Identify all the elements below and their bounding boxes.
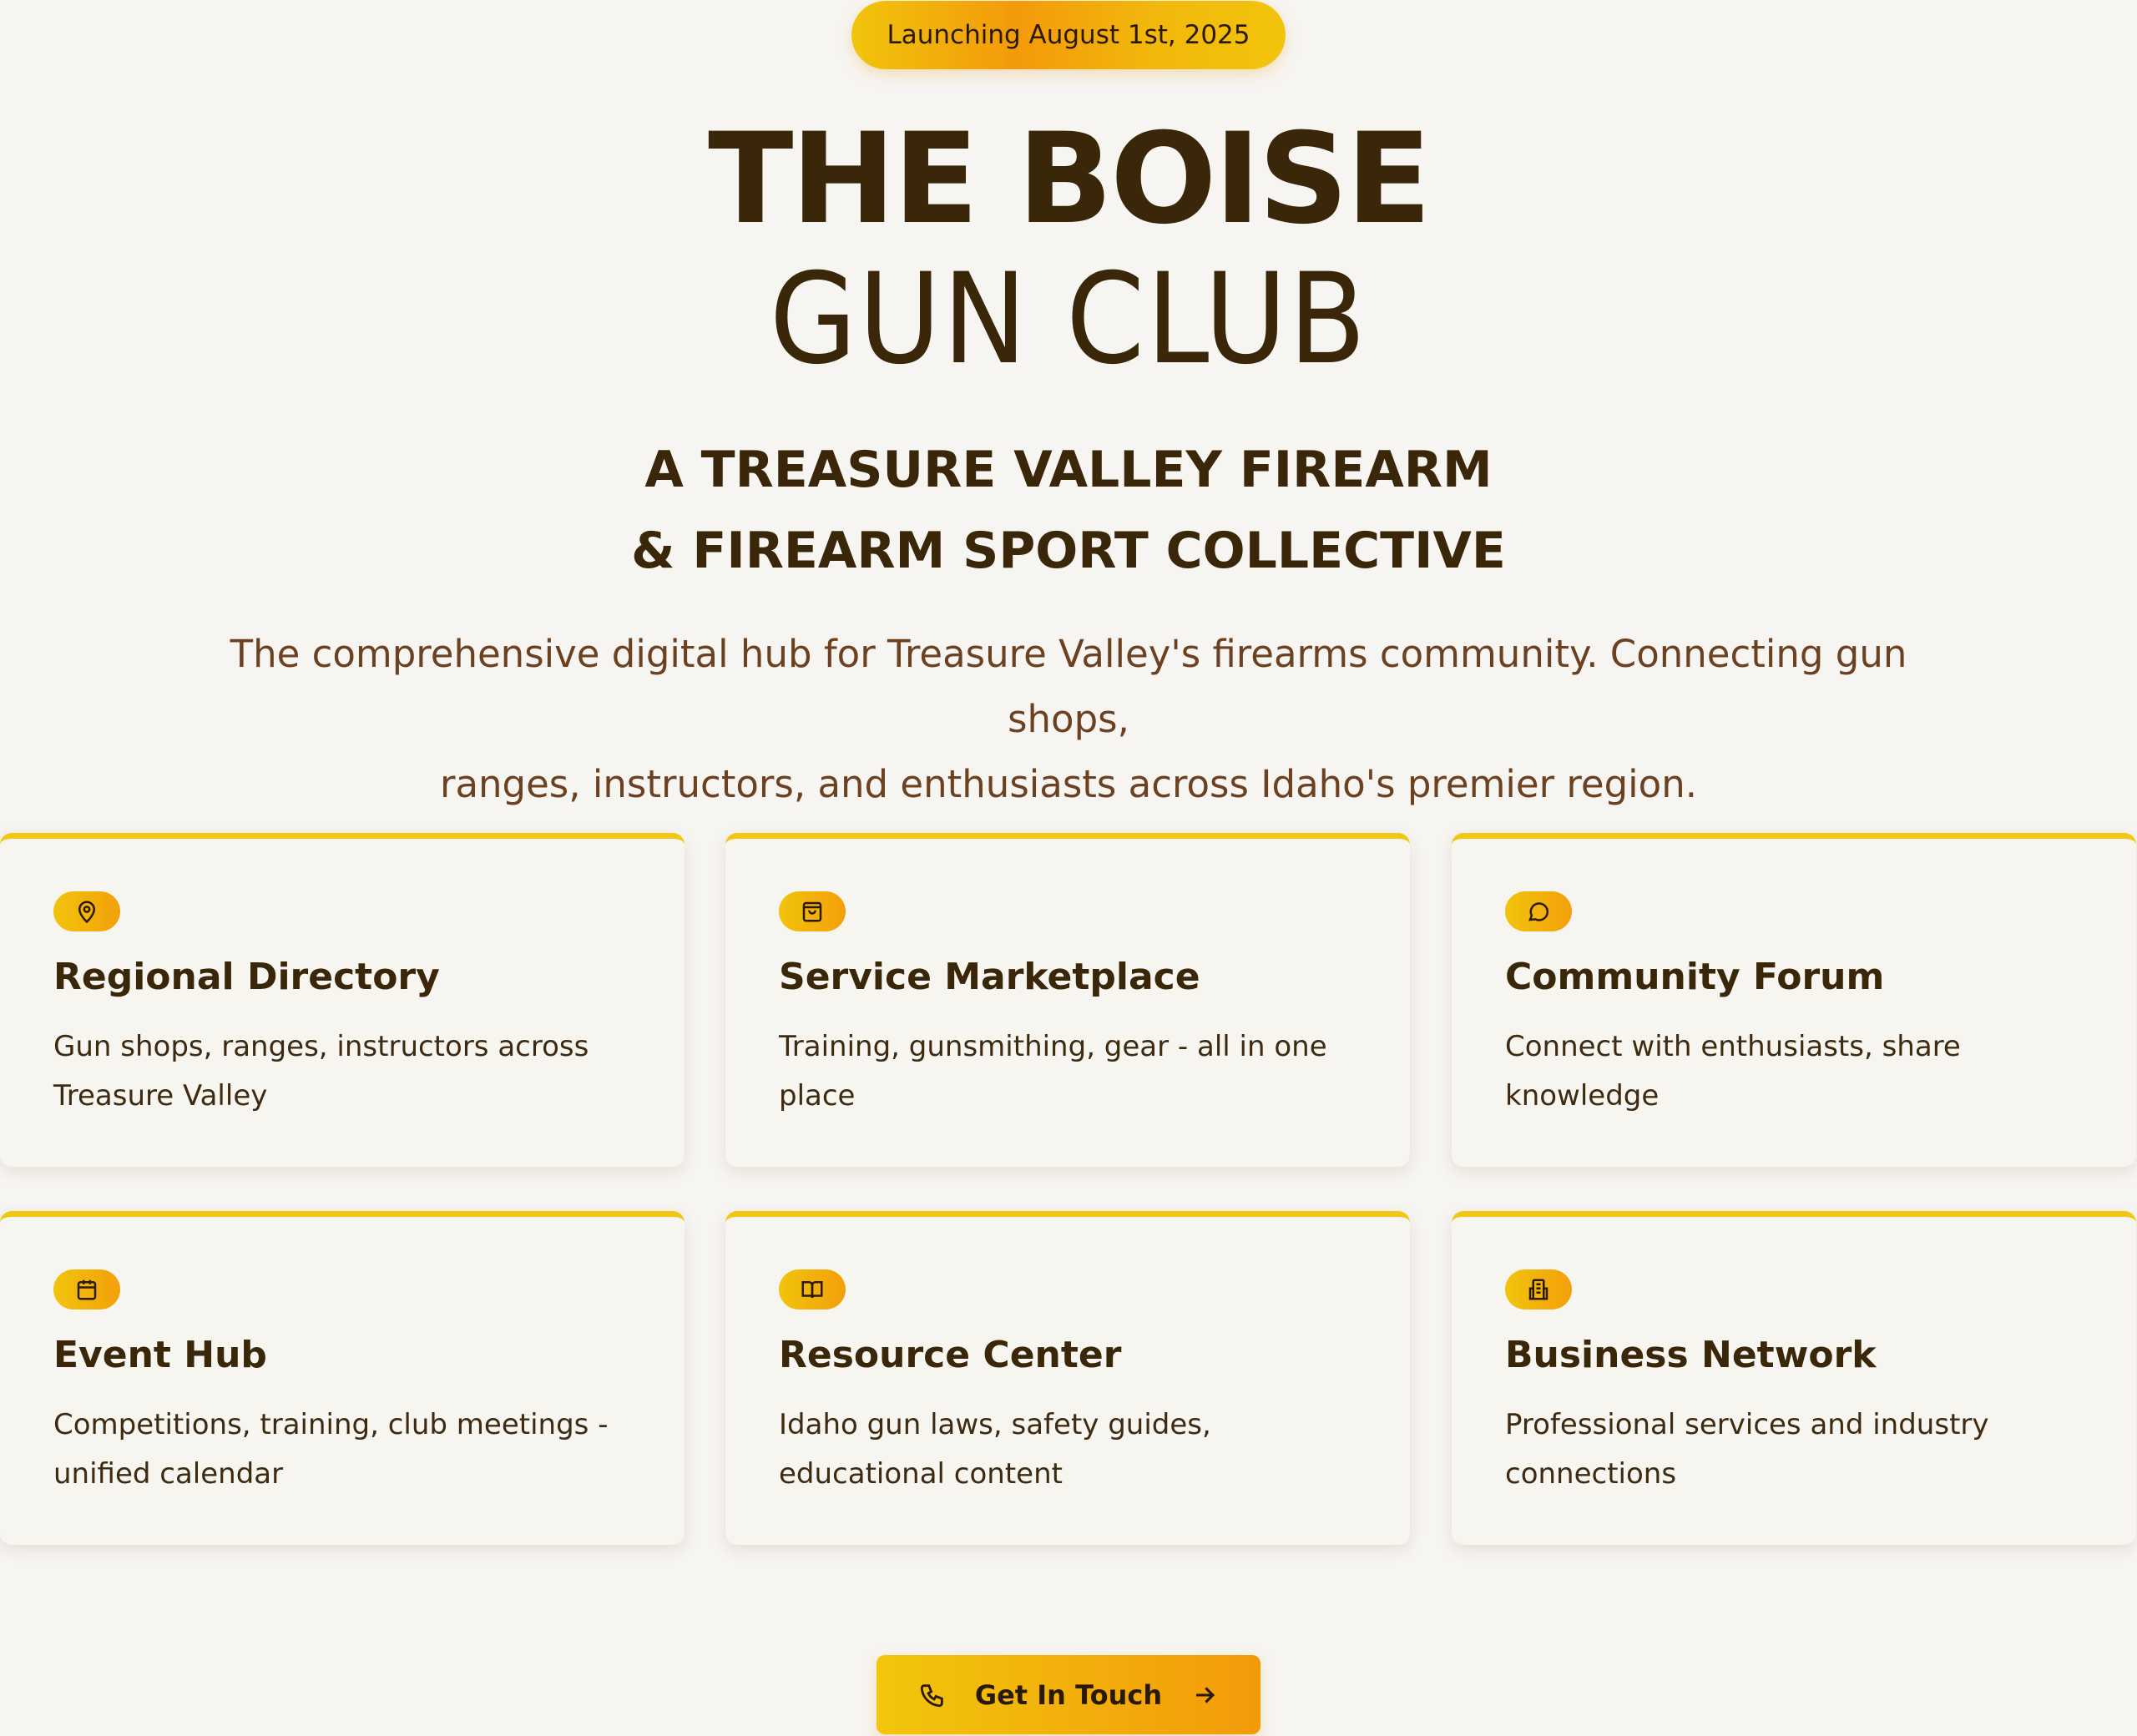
- description-line-2: ranges, instructors, and enthusiasts acr…: [439, 762, 1698, 806]
- feature-card-community-forum[interactable]: Community Forum Connect with enthusiasts…: [1452, 833, 2136, 1167]
- calendar-icon: [53, 1269, 120, 1310]
- hero-description: The comprehensive digital hub for Treasu…: [200, 622, 1937, 817]
- tagline-line-2: & FIREARM SPORT COLLECTIVE: [631, 522, 1506, 580]
- feature-text: Competitions, training, club meetings - …: [53, 1408, 609, 1491]
- feature-text: Professional services and industry conne…: [1505, 1408, 1989, 1491]
- feature-title: Regional Directory: [53, 956, 440, 998]
- feature-card-business-network[interactable]: Business Network Professional services a…: [1452, 1211, 2136, 1545]
- feature-card-regional-directory[interactable]: Regional Directory Gun shops, ranges, in…: [0, 833, 685, 1167]
- feature-card-event-hub[interactable]: Event Hub Competitions, training, club m…: [0, 1211, 685, 1545]
- feature-title: Service Marketplace: [779, 956, 1200, 998]
- feature-text: Connect with enthusiasts, share knowledg…: [1505, 1030, 1961, 1113]
- feature-title: Business Network: [1505, 1334, 1877, 1376]
- shopping-bag-icon: [779, 891, 846, 931]
- launch-badge: Launching August 1st, 2025: [851, 1, 1286, 69]
- launch-badge-text: Launching August 1st, 2025: [887, 20, 1250, 50]
- feature-title: Community Forum: [1505, 956, 1885, 998]
- page-title: THE BOISE: [708, 107, 1432, 252]
- feature-text: Training, gunsmithing, gear - all in one…: [779, 1030, 1327, 1113]
- get-in-touch-label: Get In Touch: [974, 1678, 1163, 1711]
- feature-title: Resource Center: [779, 1334, 1122, 1376]
- map-pin-icon: [53, 891, 120, 931]
- feature-title: Event Hub: [53, 1334, 267, 1376]
- get-in-touch-button[interactable]: Get In Touch: [877, 1655, 1260, 1734]
- feature-card-resource-center[interactable]: Resource Center Idaho gun laws, safety g…: [725, 1211, 1410, 1545]
- chat-bubble-icon: [1505, 891, 1572, 931]
- phone-icon: [920, 1683, 943, 1707]
- arrow-right-icon: [1196, 1686, 1215, 1703]
- tagline: A TREASURE VALLEY FIREARM & FIREARM SPOR…: [0, 430, 2137, 592]
- book-icon: [779, 1269, 846, 1310]
- feature-text: Idaho gun laws, safety guides, education…: [779, 1408, 1211, 1491]
- tagline-line-1: A TREASURE VALLEY FIREARM: [644, 441, 1493, 499]
- building-icon: [1505, 1269, 1572, 1310]
- description-line-1: The comprehensive digital hub for Treasu…: [230, 632, 1907, 741]
- feature-text: Gun shops, ranges, instructors across Tr…: [53, 1030, 589, 1113]
- feature-card-service-marketplace[interactable]: Service Marketplace Training, gunsmithin…: [725, 833, 1410, 1167]
- page-subtitle: GUN CLUB: [769, 247, 1368, 392]
